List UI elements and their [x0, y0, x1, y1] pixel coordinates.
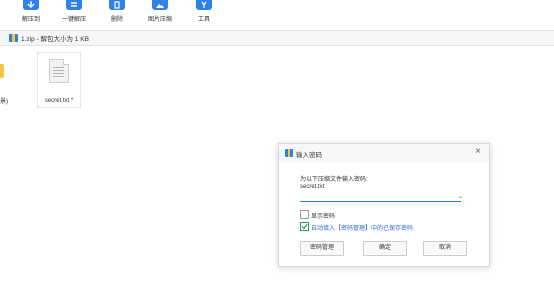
dialog-titlebar: 输入密码 × — [279, 144, 489, 162]
password-manager-button[interactable]: 密码管理 — [300, 241, 344, 256]
tool-label: 工具 — [197, 17, 210, 23]
password-prompt: 为以下压缩文件输入密码: — [300, 177, 368, 183]
toolbar: 解压到 一键解压 删除 图片压缩 工具 — [0, 0, 554, 30]
folder-label: 景) — [0, 99, 8, 105]
dialog-file-name: secret.txt — [300, 184, 325, 190]
password-input[interactable] — [300, 192, 461, 202]
address-bar[interactable]: 1.zip - 解包大小为 1 KB — [0, 30, 554, 46]
password-dialog: 输入密码 × 为以下压缩文件输入密码: secret.txt ⌄ 显示密码 自动… — [278, 143, 490, 267]
one-click-extract-icon — [66, 0, 82, 10]
archive-path: 1.zip - 解包大小为 1 KB — [21, 36, 89, 43]
close-icon[interactable]: × — [473, 147, 483, 157]
extract-to-button[interactable]: 解压到 — [11, 0, 51, 30]
zip-archive-icon — [9, 34, 18, 42]
chevron-down-icon[interactable]: ⌄ — [458, 193, 463, 200]
check-icon — [301, 223, 308, 230]
folder-icon[interactable] — [0, 64, 4, 78]
tools-icon — [196, 0, 212, 10]
cancel-button[interactable]: 取消 — [423, 241, 467, 256]
dialog-title: 输入密码 — [296, 152, 322, 159]
file-item-secret[interactable]: secret.txt * — [37, 52, 81, 108]
extract-icon — [23, 0, 39, 10]
ok-button[interactable]: 确定 — [363, 241, 407, 256]
tools-button[interactable]: 工具 — [184, 0, 224, 30]
app-icon — [285, 149, 293, 157]
image-compress-icon — [152, 0, 168, 10]
text-file-icon — [49, 59, 69, 83]
show-password-checkbox[interactable] — [300, 210, 309, 219]
auto-fill-checkbox[interactable] — [300, 222, 309, 231]
auto-fill-label[interactable]: 自动填入【密码管理】中的已保存密码 — [311, 223, 413, 232]
image-compress-button[interactable]: 图片压缩 — [140, 0, 180, 30]
file-name: secret.txt * — [44, 98, 74, 104]
delete-button[interactable]: 删除 — [97, 0, 137, 30]
show-password-label: 显示密码 — [311, 214, 336, 220]
one-click-extract-button[interactable]: 一键解压 — [54, 0, 94, 30]
delete-icon — [109, 0, 125, 10]
